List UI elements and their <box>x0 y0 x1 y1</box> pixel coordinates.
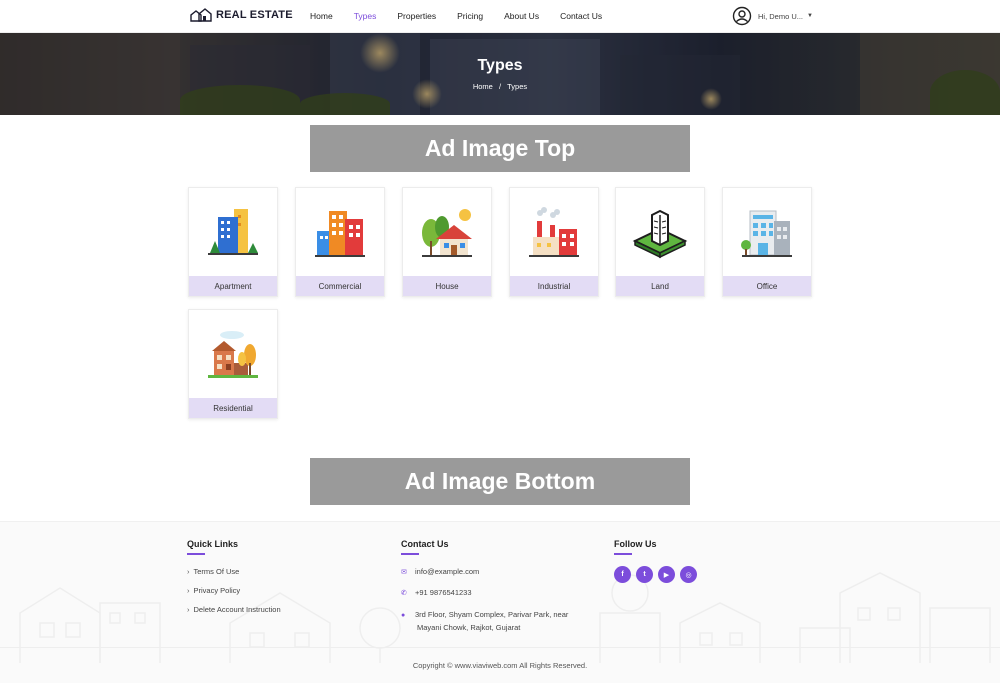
youtube-icon[interactable]: ▶ <box>658 566 675 583</box>
type-label: House <box>403 276 491 296</box>
type-label: Commercial <box>296 276 384 296</box>
residential-icon <box>189 310 277 398</box>
type-card-commercial[interactable]: Commercial <box>295 187 385 297</box>
heading-underline <box>187 553 205 555</box>
social-links: f t ▶ ◎ <box>614 566 697 583</box>
chevron-right-icon: › <box>187 605 190 614</box>
industrial-icon <box>510 188 598 276</box>
quick-links-heading: Quick Links <box>187 539 239 549</box>
land-icon <box>616 188 704 276</box>
type-label: Industrial <box>510 276 598 296</box>
chevron-down-icon: ▼ <box>807 13 813 19</box>
chevron-right-icon: › <box>187 586 190 595</box>
type-label: Apartment <box>189 276 277 296</box>
site-footer: Quick Links › Terms Of Use › Privacy Polic… <box>0 521 1000 683</box>
footer-divider <box>0 647 1000 648</box>
footer-link-privacy[interactable]: › Privacy Policy <box>187 586 240 595</box>
nav-pricing[interactable]: Pricing <box>457 11 483 21</box>
breadcrumb-separator: / <box>498 82 502 91</box>
type-label: Residential <box>189 398 277 418</box>
user-menu[interactable]: Hi, Demo U... ▼ <box>732 6 813 26</box>
chevron-right-icon: › <box>187 567 190 576</box>
facebook-icon[interactable]: f <box>614 566 631 583</box>
twitter-icon[interactable]: t <box>636 566 653 583</box>
type-card-office[interactable]: Office <box>722 187 812 297</box>
footer-link-label: Terms Of Use <box>193 567 240 576</box>
site-header: REAL ESTATE Home Types Properties Pricin… <box>0 0 1000 33</box>
type-card-residential[interactable]: Residential <box>188 309 278 419</box>
contact-phone-text: +91 9876541233 <box>415 588 472 597</box>
type-card-industrial[interactable]: Industrial <box>509 187 599 297</box>
type-card-apartment[interactable]: Apartment <box>188 187 278 297</box>
commercial-icon <box>296 188 384 276</box>
contact-phone[interactable]: ✆ +91 9876541233 <box>401 588 472 597</box>
copyright: Copyright © www.viaviweb.com All Rights … <box>412 661 588 670</box>
nav-contact-us[interactable]: Contact Us <box>560 11 602 21</box>
follow-heading: Follow Us <box>614 539 657 549</box>
breadcrumb-current: Types <box>507 82 528 91</box>
ad-banner-top[interactable]: Ad Image Top <box>310 125 690 172</box>
apartment-icon <box>189 188 277 276</box>
office-icon <box>723 188 811 276</box>
heading-underline <box>614 553 632 555</box>
logo[interactable]: REAL ESTATE <box>190 8 293 22</box>
footer-contact: Contact Us <box>401 539 449 555</box>
contact-address: ● 3rd Floor, Shyam Complex, Parivar Park,… <box>401 610 568 619</box>
nav-types[interactable]: Types <box>354 11 377 21</box>
nav-properties[interactable]: Properties <box>397 11 436 21</box>
map-pin-icon: ● <box>401 612 406 619</box>
nav-home[interactable]: Home <box>310 11 333 21</box>
logo-houses-icon <box>190 8 212 22</box>
page-hero: Types Home / Types <box>0 33 1000 115</box>
envelope-icon: ✉ <box>401 569 407 576</box>
footer-link-label: Delete Account Instruction <box>193 605 281 614</box>
type-card-land[interactable]: Land <box>615 187 705 297</box>
contact-address-line1: 3rd Floor, Shyam Complex, Parivar Park, … <box>415 610 569 619</box>
type-label: Office <box>723 276 811 296</box>
user-name: Hi, Demo U... <box>758 11 804 21</box>
type-label: Land <box>616 276 704 296</box>
footer-quick-links: Quick Links <box>187 539 238 555</box>
user-circle-icon <box>732 6 752 26</box>
contact-email-text: info@example.com <box>415 567 480 576</box>
ad-banner-bottom[interactable]: Ad Image Bottom <box>310 458 690 505</box>
footer-follow: Follow Us <box>614 539 657 555</box>
footer-link-label: Privacy Policy <box>193 586 241 595</box>
heading-underline <box>401 553 419 555</box>
main-nav: Home Types Properties Pricing About Us C… <box>310 11 623 21</box>
house-icon <box>403 188 491 276</box>
page-title: Types <box>477 57 523 74</box>
breadcrumb: Home / Types <box>0 82 1000 91</box>
nav-about-us[interactable]: About Us <box>504 11 539 21</box>
contact-address-line2: Mayani Chowk, Rajkot, Gujarat <box>417 623 521 632</box>
logo-text: REAL ESTATE <box>216 9 293 21</box>
footer-link-delete-account[interactable]: › Delete Account Instruction <box>187 605 281 614</box>
contact-email[interactable]: ✉ info@example.com <box>401 567 479 576</box>
phone-icon: ✆ <box>401 590 407 597</box>
instagram-icon[interactable]: ◎ <box>680 566 697 583</box>
contact-heading: Contact Us <box>401 539 449 549</box>
type-card-house[interactable]: House <box>402 187 492 297</box>
footer-link-terms[interactable]: › Terms Of Use <box>187 567 239 576</box>
breadcrumb-home[interactable]: Home <box>473 82 493 91</box>
